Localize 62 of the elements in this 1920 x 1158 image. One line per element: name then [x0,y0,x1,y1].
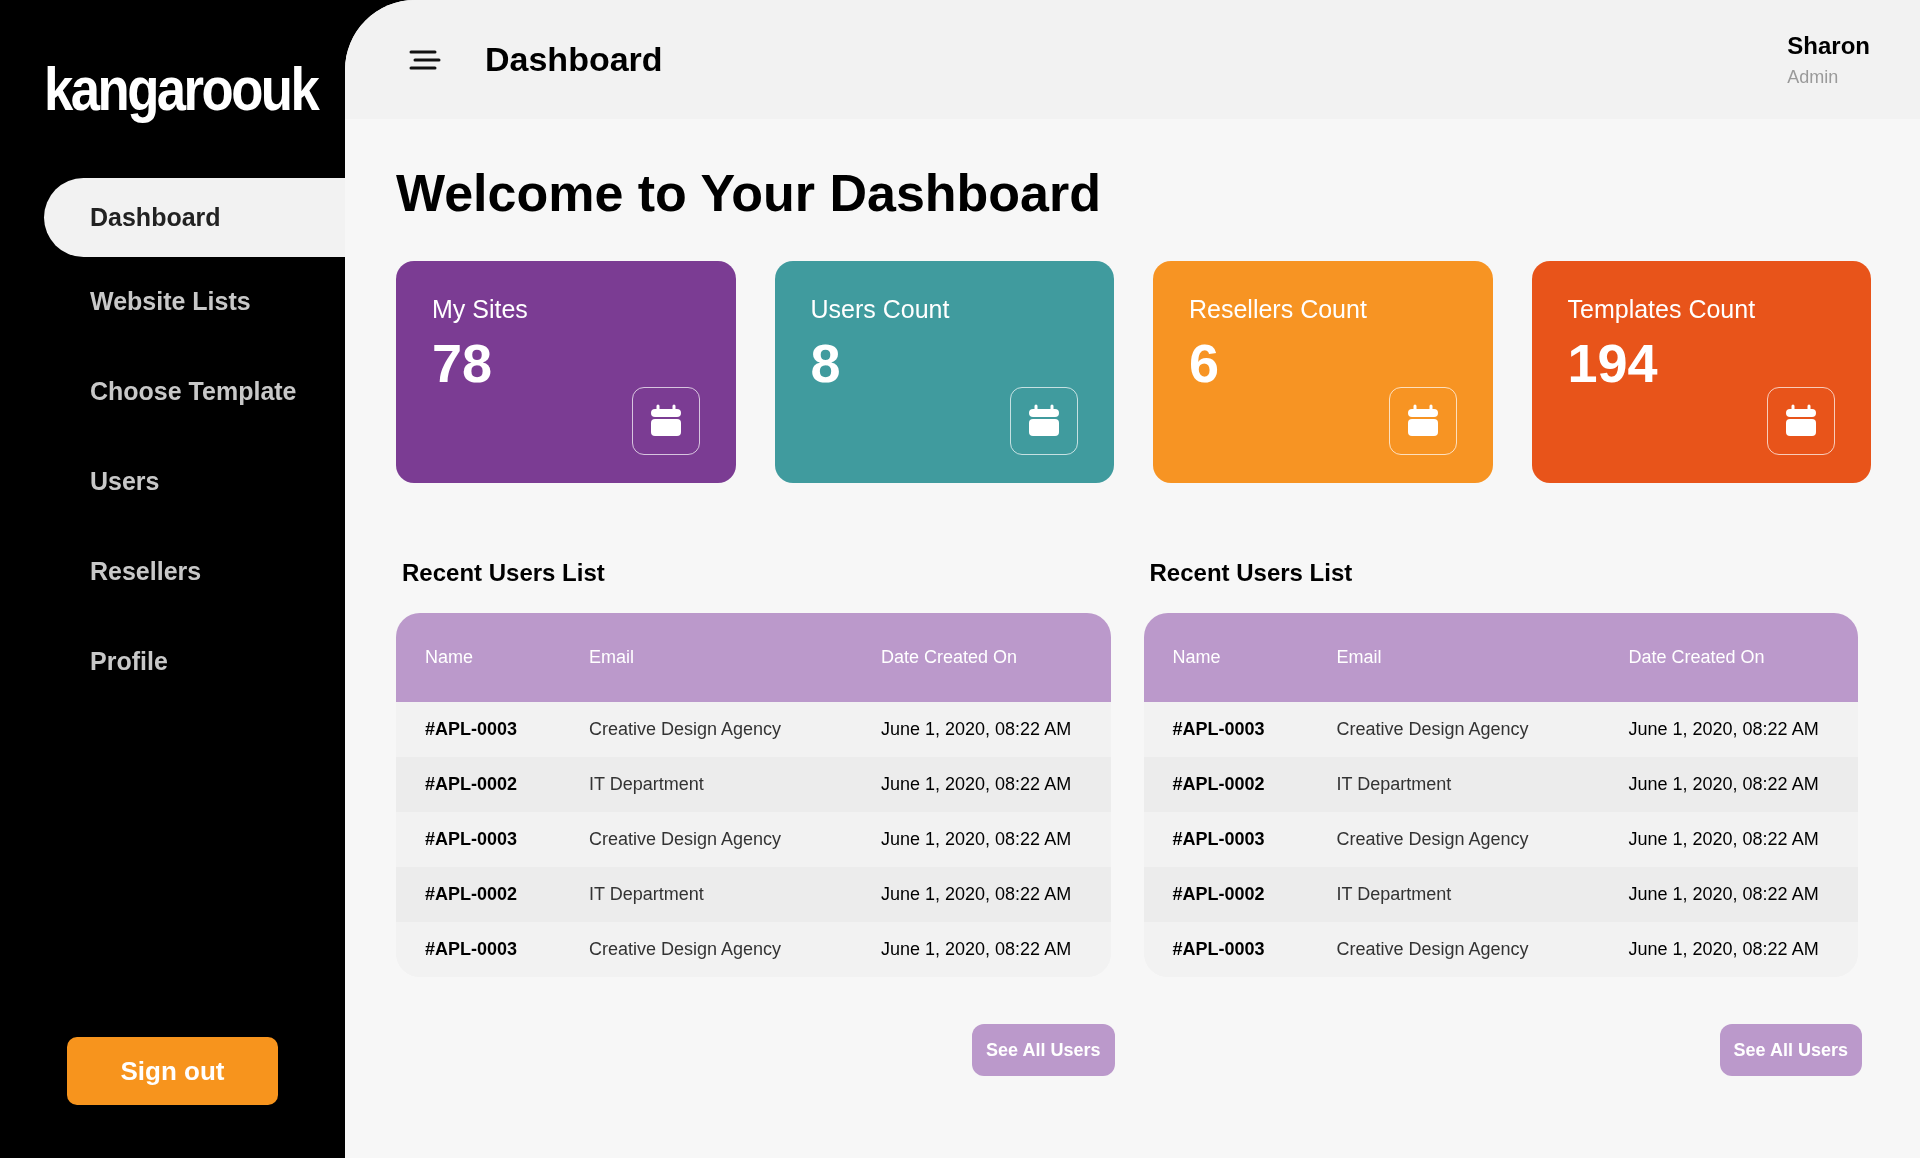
column-header: Email [589,646,635,669]
card-value: 194 [1567,336,1659,390]
table-cell-text: Creative Design Agency [589,828,783,851]
table-cell-text: #APL-0002 [425,883,519,906]
welcome-heading: Welcome to Your Dashboard [396,167,1103,219]
table-cell-text: #APL-0002 [425,773,519,796]
calendar-icon [1026,403,1062,439]
calendar-button[interactable] [1010,387,1078,455]
card-label: Templates Count [1567,297,1757,322]
table-title: Recent Users List [1148,558,1354,588]
table-cell-text: June 1, 2020, 08:22 AM [881,718,1073,741]
column-header: Date Created On [881,646,1019,669]
nav-item[interactable]: Profile [44,617,345,707]
table-cell-text: #APL-0003 [1172,938,1266,961]
card-label: My Sites [432,297,529,322]
table-cell-text: June 1, 2020, 08:22 AM [881,773,1073,796]
column-header: Name [425,646,474,669]
table-cell-text: Creative Design Agency [1336,718,1530,741]
card-value: 6 [1189,336,1221,390]
card-value: 78 [432,336,494,390]
calendar-button[interactable] [631,387,700,455]
nav-item[interactable]: Resellers [44,527,345,617]
card-label: Resellers Count [1189,297,1368,322]
table-cell-text: June 1, 2020, 08:22 AM [1628,773,1820,796]
table-cell-text: June 1, 2020, 08:22 AM [881,828,1073,851]
nav-item[interactable]: Website Lists [44,257,345,347]
table-cell-text: #APL-0003 [425,718,519,741]
table-cell-text: Creative Design Agency [1336,828,1530,851]
calendar-icon [1783,403,1819,439]
table-cell-text: #APL-0003 [1172,718,1266,741]
card-label: Users Count [810,297,951,322]
table-cell-text: June 1, 2020, 08:22 AM [1628,828,1820,851]
column-header: Date Created On [1628,646,1766,669]
card-value: 8 [810,336,842,390]
table-cell-text: #APL-0002 [1172,883,1266,906]
table-cell-text: June 1, 2020, 08:22 AM [881,883,1073,906]
nav-item[interactable]: Choose Template [44,347,345,437]
table-title: Recent Users List [401,558,606,588]
nav-item[interactable]: Dashboard [44,178,345,257]
table-cell-text: #APL-0002 [1172,773,1266,796]
table-cell-text: #APL-0003 [1172,828,1266,851]
column-header: Name [1172,646,1222,669]
table-cell-text: June 1, 2020, 08:22 AM [1628,938,1820,961]
user-role: Admin [1787,66,1840,89]
table-cell-text: Creative Design Agency [1336,938,1530,961]
nav-item[interactable]: Users [44,437,345,527]
table-cell-text: IT Department [589,883,705,906]
table-cell-text: IT Department [589,773,705,796]
calendar-button[interactable] [1767,387,1835,455]
column-header: Email [1336,646,1383,669]
table-cell-text: June 1, 2020, 08:22 AM [1628,718,1820,741]
user-name: Sharon [1787,31,1870,61]
table-cell-text: Creative Design Agency [589,938,783,961]
table-cell-text: #APL-0003 [425,938,519,961]
table-cell-text: Creative Design Agency [589,718,783,741]
table-cell-text: IT Department [1336,883,1453,906]
page-title: Dashboard [485,39,663,80]
table-cell-text: June 1, 2020, 08:22 AM [881,938,1073,961]
menu-icon[interactable] [409,49,441,70]
table-cell-text: June 1, 2020, 08:22 AM [1628,883,1820,906]
table-cell-text: #APL-0003 [425,828,519,851]
table-cell-text: IT Department [1336,773,1453,796]
